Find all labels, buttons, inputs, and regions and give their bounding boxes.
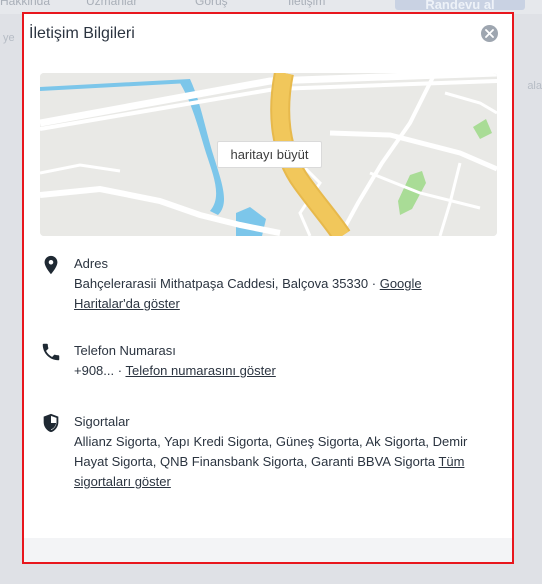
contact-info-modal: İletişim Bilgileri haritayı büyüt Adres …	[22, 12, 514, 564]
phone-icon	[40, 341, 62, 363]
bg-text-fragment: ye	[3, 32, 15, 44]
insurance-label: Sigortalar	[74, 414, 130, 429]
address-section: Adres Bahçelerarasii Mithatpaşa Caddesi,…	[40, 254, 500, 314]
address-label: Adres	[74, 256, 108, 271]
separator: ·	[117, 363, 123, 378]
address-value-line: Bahçelerarasii Mithatpaşa Caddesi, Balço…	[74, 274, 484, 314]
modal-footer	[24, 538, 512, 562]
map-preview[interactable]: haritayı büyüt	[40, 73, 497, 236]
bg-text-fragment: ala	[527, 80, 542, 92]
bg-tab: Uzmanlar	[86, 0, 138, 8]
insurance-list: Allianz Sigorta, Yapı Kredi Sigorta, Gün…	[74, 434, 468, 469]
separator: ·	[371, 276, 377, 291]
location-pin-icon	[40, 254, 62, 276]
phone-value: +908...	[74, 363, 115, 378]
bg-tab: Hakkinda	[0, 0, 51, 8]
bg-appointment-button: Randevu al	[395, 0, 525, 10]
address-value: Bahçelerarasii Mithatpaşa Caddesi, Balço…	[74, 276, 369, 291]
show-phone-link[interactable]: Telefon numarasını göster	[125, 363, 275, 378]
phone-section: Telefon Numarası +908... · Telefon numar…	[40, 341, 500, 385]
insurance-section: Sigortalar Allianz Sigorta, Yapı Kredi S…	[40, 412, 500, 492]
phone-label: Telefon Numarası	[74, 343, 176, 358]
expand-map-button[interactable]: haritayı büyüt	[217, 141, 322, 168]
close-button[interactable]	[481, 25, 498, 42]
bg-tab: Görüş	[195, 0, 228, 8]
shield-icon	[40, 412, 62, 434]
modal-title: İletişim Bilgileri	[29, 25, 135, 42]
close-icon	[485, 29, 494, 38]
phone-value-line: +908... · Telefon numarasını göster	[74, 361, 484, 381]
insurance-value-line: Allianz Sigorta, Yapı Kredi Sigorta, Gün…	[74, 432, 484, 492]
bg-tab: İletişim	[288, 0, 326, 8]
